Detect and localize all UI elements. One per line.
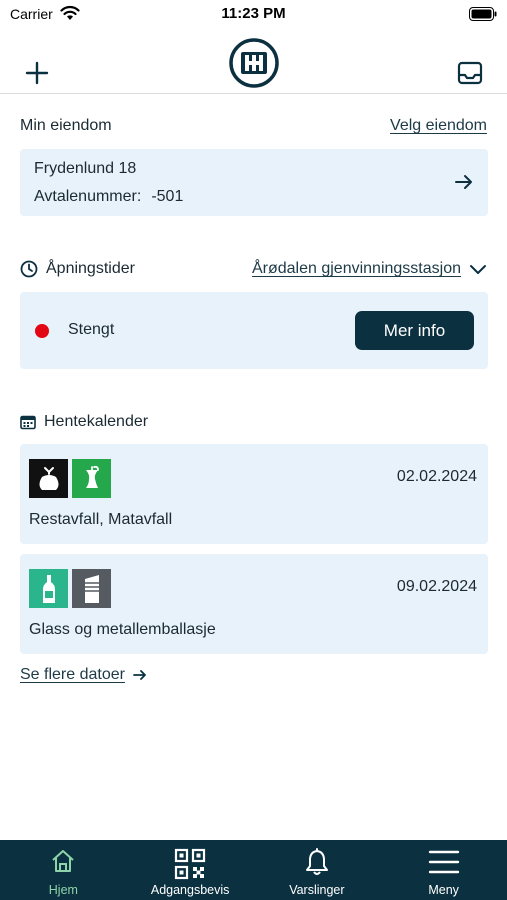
opening-hours-section-header: Åpningstider Årødalen gjenvinningsstasjo… (20, 257, 487, 281)
qr-code-icon (175, 848, 206, 880)
inbox-icon[interactable] (457, 60, 483, 86)
opening-hours-label-group: Åpningstider (20, 260, 252, 278)
status-bar: Carrier 11:23 PM (0, 0, 507, 30)
property-heading: Min eiendom (20, 117, 112, 134)
property-section-header: Min eiendom Velg eiendom (20, 114, 487, 138)
pickup-description: Restavfall, Matavfall (29, 511, 173, 528)
bottom-tab-bar: Hjem Adgangsbevis Varslinger Meny (0, 840, 507, 900)
more-dates-label[interactable]: Se flere datoer (20, 666, 125, 684)
tab-label: Adgangsbevis (150, 883, 230, 897)
opening-hours-heading: Åpningstider (46, 260, 135, 277)
food-waste-apple-icon (72, 459, 111, 498)
app-logo (229, 38, 279, 88)
glass-bottle-icon (29, 569, 68, 608)
pickup-entry-card[interactable]: 09.02.2024 Glass og metallemballasje (20, 554, 488, 654)
more-info-button[interactable]: Mer info (355, 311, 474, 350)
tab-adgangsbevis[interactable]: Adgangsbevis (127, 840, 254, 900)
waste-type-icons (29, 459, 111, 498)
top-nav-bar (0, 30, 507, 94)
chevron-down-icon[interactable] (469, 263, 487, 275)
property-card[interactable]: Frydenlund 18 Avtalenummer: -501 (20, 149, 488, 216)
tab-hjem[interactable]: Hjem (0, 840, 127, 900)
home-icon (52, 850, 75, 872)
calendar-heading: Hentekalender (44, 413, 149, 430)
pickup-date: 09.02.2024 (396, 578, 477, 595)
battery-icon (469, 7, 497, 21)
arrow-right-icon (455, 175, 472, 189)
tab-label: Varslinger (289, 883, 345, 897)
menu-icon (428, 850, 459, 874)
calendar-icon (20, 415, 36, 430)
select-property-link[interactable]: Velg eiendom (390, 117, 487, 135)
residual-waste-bag-icon (29, 459, 68, 498)
status-time: 11:23 PM (221, 5, 286, 22)
bell-icon (305, 848, 328, 875)
more-dates-link[interactable]: Se flere datoer (20, 666, 147, 684)
opening-status-text: Stengt (68, 321, 115, 338)
calendar-label-group: Hentekalender (20, 413, 487, 431)
tab-label: Hjem (48, 883, 78, 897)
tab-varslinger[interactable]: Varslinger (254, 840, 381, 900)
tab-meny[interactable]: Meny (380, 840, 507, 900)
opening-hours-card: Stengt Mer info (20, 292, 488, 369)
agreement-label: Avtalenummer: (34, 188, 142, 205)
arrow-right-icon (133, 670, 146, 680)
pickup-date: 02.02.2024 (396, 468, 477, 485)
pickup-entry-card[interactable]: 02.02.2024 Restavfall, Matavfall (20, 444, 488, 544)
station-select-link[interactable]: Årødalen gjenvinningsstasjon (252, 260, 461, 278)
property-address: Frydenlund 18 (34, 160, 137, 177)
agreement-number: -501 (151, 188, 184, 205)
pickup-description: Glass og metallemballasje (29, 621, 216, 638)
metal-can-icon (72, 569, 111, 608)
clock-icon (20, 260, 38, 278)
waste-type-icons (29, 569, 111, 608)
tab-label: Meny (428, 883, 459, 897)
agreement-row: Avtalenummer: -501 (34, 188, 183, 206)
plus-icon[interactable] (24, 60, 50, 86)
closed-status-dot (35, 324, 49, 338)
calendar-section-header: Hentekalender (20, 410, 487, 434)
